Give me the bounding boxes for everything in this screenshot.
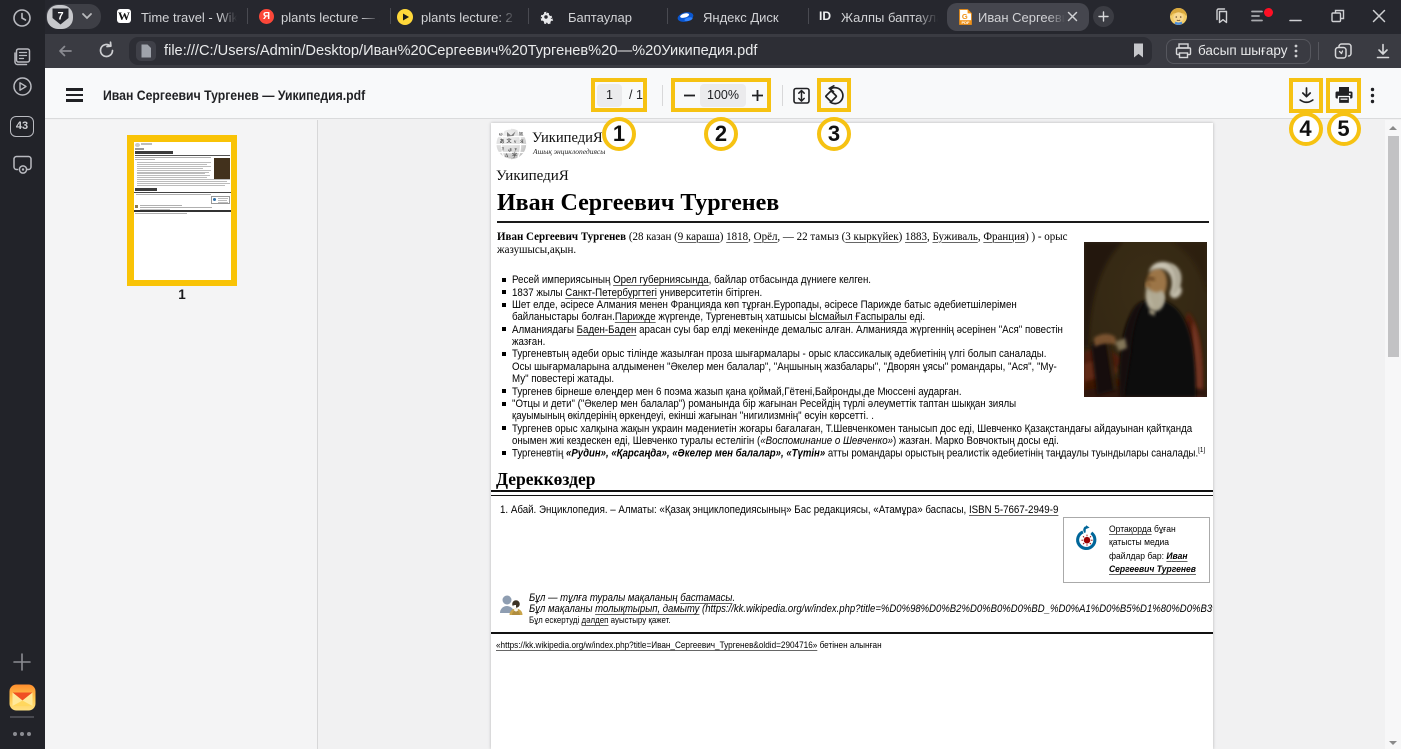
svg-text:ω: ω bbox=[499, 133, 503, 138]
svg-text:ي: ي bbox=[508, 148, 512, 153]
svg-text:あ: あ bbox=[500, 138, 505, 145]
svg-text:ה: ה bbox=[502, 147, 505, 153]
svg-text:Я: Я bbox=[520, 140, 524, 145]
svg-text:7: 7 bbox=[57, 11, 63, 23]
svg-text:PDF: PDF bbox=[962, 20, 971, 25]
svg-text:И: И bbox=[519, 133, 523, 138]
svg-text:字: 字 bbox=[512, 152, 517, 159]
